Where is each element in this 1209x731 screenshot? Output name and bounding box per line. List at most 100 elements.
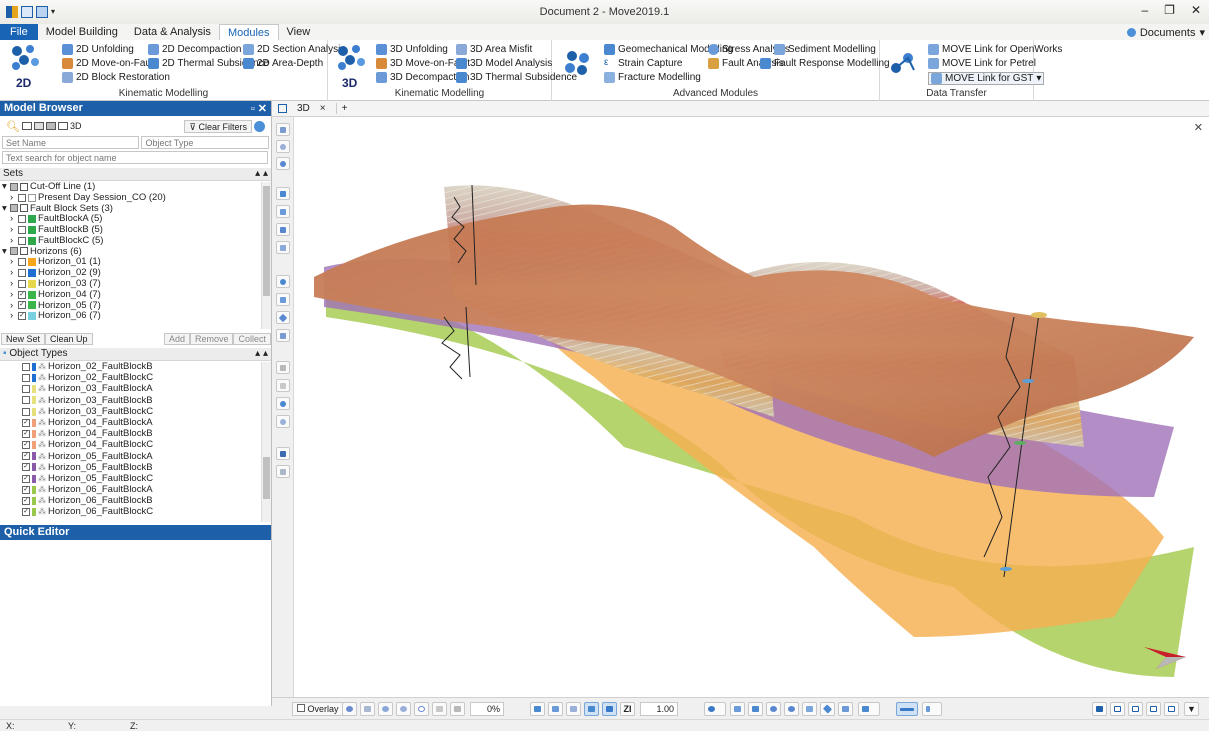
frame-tool-button[interactable] xyxy=(276,293,290,306)
object-type-checkbox[interactable]: ✓ xyxy=(22,485,30,494)
set-tree-item[interactable]: › Horizon_02 (9) xyxy=(2,268,271,278)
move-link-petrel-button[interactable]: MOVE Link for Petrel xyxy=(928,58,1036,69)
list-view-icon[interactable] xyxy=(21,122,32,130)
3d-model-analysis-button[interactable]: 3D Model Analysis xyxy=(456,58,552,69)
fracture-modelling-button[interactable]: Fracture Modelling xyxy=(604,72,701,83)
close-button[interactable]: ✕ xyxy=(1191,3,1201,17)
table-view-icon[interactable] xyxy=(33,122,44,130)
set-tree-item[interactable]: › ✓ Horizon_06 (7) xyxy=(2,311,271,321)
set-tree-item[interactable]: ▾ Fault Block Sets (3) xyxy=(2,203,271,214)
expand-down-icon[interactable]: ▾ xyxy=(2,247,8,257)
expand-right-icon[interactable]: › xyxy=(10,236,16,246)
tab-modules[interactable]: Modules xyxy=(218,24,279,40)
clear-filters-button[interactable]: ⊽ Clear Filters xyxy=(184,119,252,133)
layout-a-button[interactable] xyxy=(1092,702,1107,716)
set-checkbox[interactable]: ✓ xyxy=(18,312,26,321)
set-checkbox[interactable] xyxy=(18,279,26,288)
layout-d-button[interactable] xyxy=(1146,702,1161,716)
object-type-checkbox[interactable]: ✓ xyxy=(22,441,30,450)
expand-right-icon[interactable]: › xyxy=(10,193,16,203)
close-panel-icon[interactable]: ✕ xyxy=(258,103,267,115)
documents-menu[interactable]: Documents ▾ xyxy=(1126,26,1205,39)
2d-decompaction-button[interactable]: 2D Decompaction xyxy=(148,44,241,55)
search-icon[interactable]: 🔍︎ xyxy=(6,120,20,133)
zoom-box-button[interactable] xyxy=(802,702,817,716)
object-type-item[interactable]: ✓ ⁂ Horizon_05_FaultBlockB xyxy=(22,463,271,473)
home-view-button[interactable] xyxy=(838,702,853,716)
object-type-item[interactable]: ✓ ⁂ Horizon_04_FaultBlockC xyxy=(22,440,271,450)
tab-3d[interactable]: 3D xyxy=(297,103,310,114)
set-checkbox[interactable] xyxy=(10,182,18,191)
object-type-item[interactable]: ✓ ⁂ Horizon_06_FaultBlockA xyxy=(22,485,271,495)
overlay-button[interactable]: Overlay xyxy=(292,702,344,716)
move-tool-button[interactable] xyxy=(276,205,290,218)
select-tool-button[interactable] xyxy=(276,123,290,136)
set-checkbox[interactable] xyxy=(18,269,26,278)
set-checkbox[interactable] xyxy=(10,204,18,213)
add-point-button[interactable] xyxy=(276,187,290,200)
cog-button[interactable] xyxy=(360,702,375,716)
set-checkbox[interactable] xyxy=(18,258,26,267)
expand-down-icon[interactable]: ▾ xyxy=(2,182,8,192)
gauge-button[interactable] xyxy=(450,702,465,716)
3d-area-misfit-button[interactable]: 3D Area Misfit xyxy=(456,44,532,55)
grid-button[interactable] xyxy=(432,702,447,716)
chevron-down-icon[interactable]: ▾ xyxy=(51,6,57,18)
layers-tool-button[interactable] xyxy=(276,465,290,478)
layout-icon[interactable] xyxy=(36,6,48,18)
zoom-out-button[interactable] xyxy=(784,702,799,716)
expand-right-icon[interactable]: › xyxy=(10,290,16,300)
fault-response-modelling-button[interactable]: Fault Response Modelling xyxy=(760,58,890,69)
object-types-scrollbar[interactable] xyxy=(261,362,271,522)
tab-file[interactable]: File xyxy=(0,24,38,40)
expand-right-icon[interactable]: › xyxy=(10,214,16,224)
object-type-item[interactable]: ⁂ Horizon_03_FaultBlockB xyxy=(22,395,271,406)
chevron-down-icon[interactable]: ▼ xyxy=(1184,702,1199,716)
object-type-field[interactable]: Object Type xyxy=(141,136,269,149)
set-checkbox[interactable] xyxy=(10,247,18,256)
pin-icon[interactable]: ▫ xyxy=(251,103,255,115)
object-type-checkbox[interactable]: ✓ xyxy=(22,452,30,461)
expand-right-icon[interactable]: › xyxy=(10,268,16,278)
sediment-modelling-button[interactable]: Sediment Modelling xyxy=(774,44,876,55)
detail-view-icon[interactable] xyxy=(45,122,56,130)
expand-down-icon[interactable]: ▾ xyxy=(2,203,8,214)
2d-move-on-fault-button[interactable]: 2D Move-on-Fault xyxy=(62,58,156,69)
target-button[interactable] xyxy=(396,702,411,716)
object-type-checkbox[interactable]: ✓ xyxy=(22,474,30,483)
set-tree-item[interactable]: › FaultBlockA (5) xyxy=(2,214,271,224)
collapse-icon[interactable]: ▴ ▴ xyxy=(255,168,268,180)
3d-unfolding-button[interactable]: 3D Unfolding xyxy=(376,44,448,55)
set-tree-item[interactable]: › Horizon_03 (7) xyxy=(2,279,271,289)
tab-data-analysis[interactable]: Data & Analysis xyxy=(126,24,219,40)
help-icon[interactable] xyxy=(254,120,265,132)
move-link-openworks-button[interactable]: MOVE Link for OpenWorks xyxy=(928,44,1062,55)
view-3d-toggle[interactable]: 3D xyxy=(70,121,82,131)
expand-right-icon[interactable]: › xyxy=(10,279,16,289)
table-view-button[interactable] xyxy=(566,702,581,716)
layout-b-button[interactable] xyxy=(1110,702,1125,716)
surface-mode-button[interactable] xyxy=(584,702,599,716)
set-checkbox[interactable] xyxy=(18,225,26,234)
2d-block-restoration-button[interactable]: 2D Block Restoration xyxy=(62,72,170,83)
set-tree-item[interactable]: › ✓ Horizon_05 (7) xyxy=(2,300,271,311)
refresh-button[interactable] xyxy=(342,702,357,716)
object-type-item[interactable]: ⁂ Horizon_03_FaultBlockC xyxy=(22,407,271,417)
set-tree-item[interactable]: › Present Day Session_CO (20) xyxy=(2,193,271,203)
set-name-field[interactable]: Set Name xyxy=(2,136,140,149)
expand-right-icon[interactable]: › xyxy=(10,300,16,311)
lasso-tool-button[interactable] xyxy=(276,140,290,153)
object-type-checkbox[interactable]: ✓ xyxy=(22,508,30,517)
edit-tool-button[interactable] xyxy=(276,241,290,254)
frame-view-button[interactable] xyxy=(748,702,763,716)
object-type-item[interactable]: ⁂ Horizon_03_FaultBlockA xyxy=(22,384,271,394)
new-set-button[interactable]: New Set xyxy=(1,333,46,345)
clean-up-button[interactable]: Clean Up xyxy=(45,333,93,345)
object-type-item[interactable]: ✓ ⁂ Horizon_04_FaultBlockA xyxy=(22,418,271,428)
object-type-checkbox[interactable] xyxy=(22,396,30,405)
link-tool-button[interactable] xyxy=(276,379,290,392)
2d-unfolding-button[interactable]: 2D Unfolding xyxy=(62,44,134,55)
object-type-item[interactable]: ⁂ Horizon_02_FaultBlockB xyxy=(22,362,271,372)
set-checkbox[interactable]: ✓ xyxy=(18,301,26,310)
pan-tool-button[interactable] xyxy=(276,223,290,236)
